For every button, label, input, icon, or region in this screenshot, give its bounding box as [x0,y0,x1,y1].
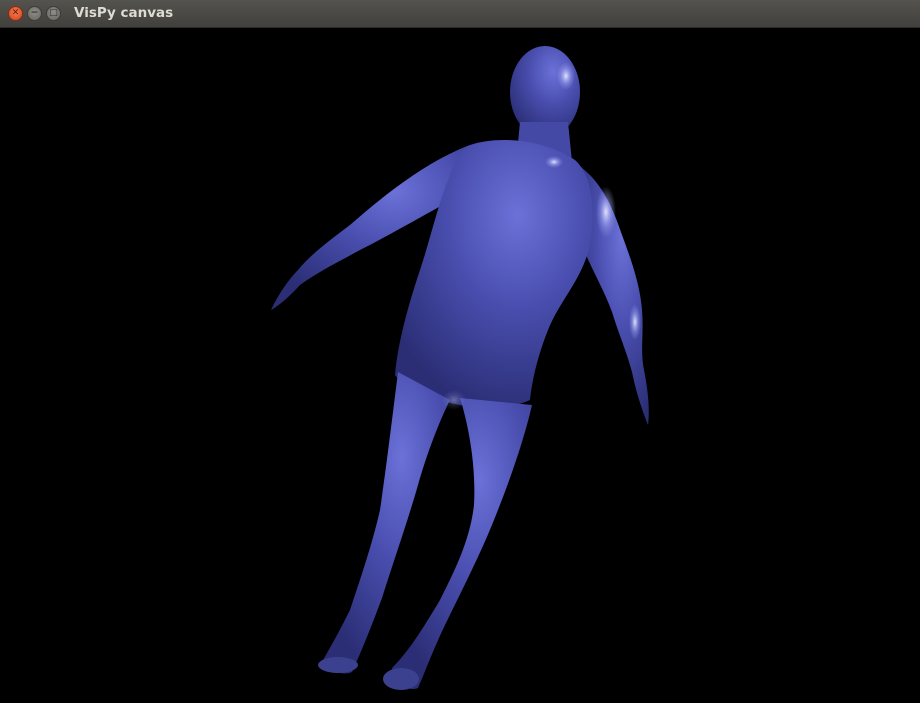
app-window: ✕ − □ VisPy canvas [0,0,920,703]
hip-highlight [442,390,466,410]
head-highlight [557,62,575,90]
forearm-highlight [629,304,641,340]
minimize-icon[interactable]: − [27,6,42,21]
window-controls: ✕ − □ [8,6,61,21]
left-foot-shape [318,657,358,673]
collar-highlight [545,156,563,168]
mesh-render [271,46,649,690]
title-bar[interactable]: ✕ − □ VisPy canvas [0,0,920,28]
close-icon[interactable]: ✕ [8,6,23,21]
shoulder-highlight [596,186,616,238]
maximize-icon[interactable]: □ [46,6,61,21]
window-title: VisPy canvas [74,5,174,21]
right-foot-shape [383,668,419,690]
render-canvas[interactable] [0,28,920,703]
